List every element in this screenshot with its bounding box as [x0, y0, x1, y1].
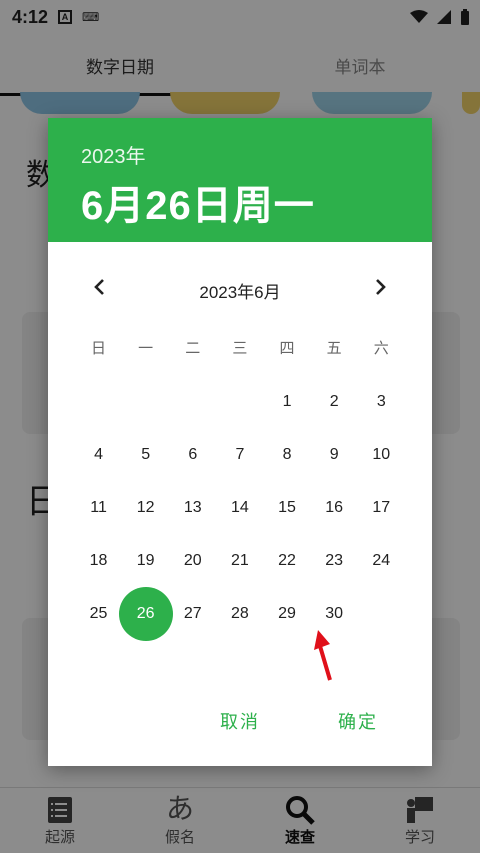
- empty-day-cell: [75, 375, 122, 428]
- day-cell[interactable]: 21: [216, 534, 263, 587]
- day-cell[interactable]: 20: [169, 534, 216, 587]
- day-number: 6: [188, 446, 198, 463]
- day-cell[interactable]: 18: [75, 534, 122, 587]
- day-cell[interactable]: 11: [75, 481, 122, 534]
- day-cell[interactable]: 13: [169, 481, 216, 534]
- day-number: 14: [231, 499, 249, 516]
- day-number: 4: [94, 446, 104, 463]
- calendar-week-row: 4 5 6 7 8 9 10: [75, 428, 405, 481]
- day-number: 22: [278, 552, 296, 569]
- day-number: 21: [231, 552, 249, 569]
- day-cell[interactable]: 9: [311, 428, 358, 481]
- dialog-header: 2023年 6月26日周一: [48, 118, 432, 242]
- weekday-header-row: 日一二三四五六: [75, 322, 405, 375]
- weekday-label: 一: [138, 340, 154, 357]
- day-number: 25: [89, 605, 108, 622]
- day-number: 16: [325, 499, 344, 516]
- day-cell[interactable]: 6: [169, 428, 216, 481]
- day-cell[interactable]: 27: [169, 587, 216, 640]
- chevron-right-icon: [376, 279, 386, 295]
- day-cell[interactable]: 22: [264, 534, 311, 587]
- day-cell[interactable]: 10: [358, 428, 405, 481]
- weekday-label: 三: [232, 340, 248, 357]
- day-number: 8: [282, 446, 292, 463]
- day-cell[interactable]: 14: [216, 481, 263, 534]
- next-month-button[interactable]: [366, 272, 396, 302]
- selected-day-cell[interactable]: 26: [118, 586, 173, 641]
- day-number: 17: [372, 499, 391, 516]
- day-number: 29: [278, 605, 296, 622]
- day-cell[interactable]: 28: [216, 587, 263, 640]
- dialog-actions: 取消 确定: [48, 690, 432, 766]
- weekday-label: 四: [279, 340, 295, 357]
- day-number: 24: [372, 552, 391, 569]
- day-number: 30: [325, 605, 344, 622]
- day-cell[interactable]: 29: [264, 587, 311, 640]
- day-cell[interactable]: 16: [311, 481, 358, 534]
- day-cell[interactable]: 15: [264, 481, 311, 534]
- day-number: 10: [372, 446, 391, 463]
- ok-button[interactable]: 确定: [338, 708, 378, 734]
- day-number: 13: [183, 499, 202, 516]
- day-cell[interactable]: 4: [75, 428, 122, 481]
- day-cell[interactable]: 23: [311, 534, 358, 587]
- month-navigation: 2023年6月: [48, 242, 432, 332]
- calendar-week-row: 25 26 27 28 29 30: [75, 586, 405, 641]
- day-number: 2: [329, 393, 339, 410]
- day-cell[interactable]: 1: [264, 375, 311, 428]
- day-number: 19: [136, 552, 155, 569]
- day-cell[interactable]: 25: [75, 587, 122, 640]
- empty-day-cell: [122, 375, 169, 428]
- day-number: 9: [329, 446, 339, 463]
- day-cell[interactable]: 12: [122, 481, 169, 534]
- day-number: 28: [231, 605, 249, 622]
- header-year[interactable]: 2023年: [81, 140, 432, 169]
- day-number: 18: [89, 552, 108, 569]
- annotation-arrow-icon: [314, 630, 332, 681]
- day-cell[interactable]: 2: [311, 375, 358, 428]
- calendar-week-row: 1 2 3: [75, 375, 405, 428]
- day-number: 11: [90, 499, 107, 516]
- day-cell[interactable]: 19: [122, 534, 169, 587]
- day-cell[interactable]: 3: [358, 375, 405, 428]
- empty-day-cell: [216, 375, 263, 428]
- day-cell[interactable]: 5: [122, 428, 169, 481]
- calendar-week-row: 18 19 20 21 22 23 24: [75, 534, 405, 587]
- day-number: 12: [136, 499, 155, 516]
- cancel-button[interactable]: 取消: [220, 708, 260, 734]
- day-number: 23: [325, 552, 344, 569]
- day-number: 5: [141, 446, 151, 463]
- day-number: 15: [278, 499, 296, 516]
- weekday-label: 日: [91, 340, 107, 357]
- weekday-label: 五: [326, 340, 342, 357]
- day-number: 7: [235, 446, 245, 463]
- day-number: 27: [183, 605, 202, 622]
- day-number: 1: [282, 393, 292, 410]
- day-cell[interactable]: 24: [358, 534, 405, 587]
- header-date[interactable]: 6月26日周一: [81, 173, 432, 231]
- day-cell[interactable]: 17: [358, 481, 405, 534]
- empty-day-cell: [358, 587, 405, 640]
- day-cell[interactable]: 7: [216, 428, 263, 481]
- empty-day-cell: [169, 375, 216, 428]
- weekday-label: 二: [185, 340, 201, 357]
- calendar-grid: 日一二三四五六 1 2 3 4 5 6 7 8 9 10 11 12 13 14 15 16 17 18 19 20 2…: [75, 322, 405, 641]
- day-number: 20: [183, 552, 202, 569]
- day-number: 26: [136, 605, 155, 622]
- date-picker-dialog: 2023年 6月26日周一 2023年6月 日一二三四五六 1234567891…: [48, 118, 432, 766]
- calendar-week-row: 11 12 13 14 15 16 17: [75, 481, 405, 534]
- day-number: 3: [376, 393, 386, 410]
- day-cell[interactable]: 8: [264, 428, 311, 481]
- weekday-label: 六: [373, 340, 389, 357]
